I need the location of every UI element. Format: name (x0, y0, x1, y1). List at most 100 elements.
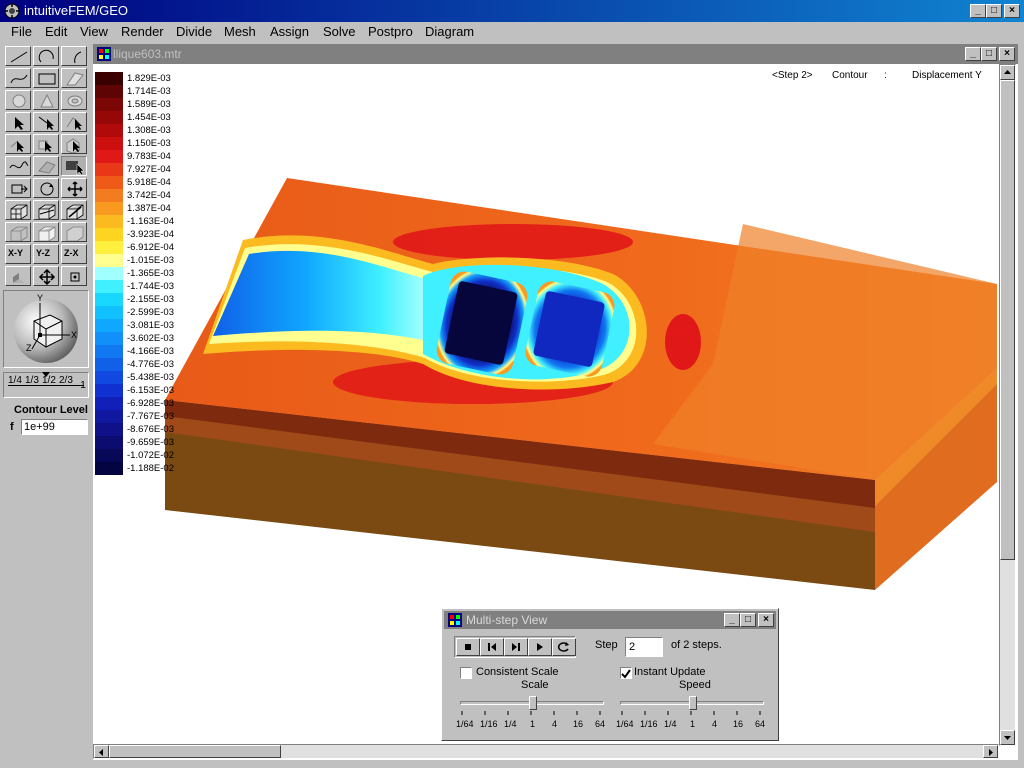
select-tool-button[interactable] (5, 112, 31, 132)
legend-swatch (95, 228, 123, 241)
legend-swatch (95, 189, 123, 202)
speed-tick-4: 4 (712, 719, 718, 729)
legend-label: -1.188E-02 (127, 463, 175, 474)
select-solid-button[interactable] (33, 134, 59, 154)
menu-mesh[interactable]: Mesh (224, 24, 256, 39)
legend-swatch (95, 150, 123, 163)
legend-label: -2.599E-03 (127, 307, 175, 318)
legend-swatch (95, 293, 123, 306)
maximize-icon: □ (990, 5, 998, 16)
level-half[interactable]: 1/2 (42, 376, 56, 386)
legend-swatch (95, 358, 123, 371)
orientation-sphere-icon: Y X Z (14, 293, 78, 363)
horizontal-scrollbar[interactable] (93, 744, 999, 759)
menu-solve[interactable]: Solve (323, 24, 356, 39)
center-view-button[interactable] (61, 266, 87, 286)
slice-mesh-button[interactable] (33, 200, 59, 220)
legend-label: -1.744E-03 (127, 281, 175, 292)
cone-tool-button[interactable] (33, 90, 59, 110)
contour-level-slider[interactable]: 1/4 1/3 1/2 2/3 1 (3, 372, 89, 398)
instant-update-checkbox[interactable] (620, 667, 632, 679)
step-back-button[interactable] (480, 638, 504, 656)
consistent-scale-label: Consistent Scale (476, 666, 559, 678)
step-forward-button[interactable] (504, 638, 528, 656)
arc3-tool-button[interactable] (61, 46, 87, 66)
select-volume-button[interactable] (61, 134, 87, 154)
cut-mesh-button[interactable] (61, 200, 87, 220)
stop-button[interactable] (456, 638, 480, 656)
menu-view[interactable]: View (80, 24, 108, 39)
horizontal-scroll-thumb[interactable] (109, 745, 281, 758)
scroll-up-button[interactable] (1000, 65, 1015, 80)
fit-view-button[interactable] (33, 266, 59, 286)
surface-icon (66, 72, 84, 86)
curve-tool-button[interactable] (5, 156, 31, 176)
dialog-close-button[interactable]: × (758, 613, 774, 627)
play-button[interactable] (528, 638, 552, 656)
level-quarter[interactable]: 1/4 (8, 376, 22, 386)
move-tool-button[interactable] (5, 178, 31, 198)
speed-slider-thumb[interactable] (689, 696, 697, 710)
vertical-scrollbar[interactable] (999, 64, 1016, 746)
dialog-minimize-button[interactable]: _ (724, 613, 740, 627)
legend-label: -3.923E-04 (127, 229, 175, 240)
pan-tool-button[interactable] (61, 178, 87, 198)
consistent-scale-checkbox[interactable] (460, 667, 472, 679)
box-mesh-button[interactable] (5, 200, 31, 220)
legend-swatch (95, 280, 123, 293)
surface-tool-button[interactable] (61, 68, 87, 88)
minimize-button[interactable]: _ (970, 4, 986, 18)
rotate-tool-button[interactable] (33, 178, 59, 198)
menu-file[interactable]: File (11, 24, 32, 39)
view-xy-button[interactable]: X-Y (5, 244, 31, 264)
doc-minimize-button[interactable]: _ (965, 47, 981, 61)
iso-view-button[interactable] (5, 266, 31, 286)
menu-divide[interactable]: Divide (176, 24, 212, 39)
arc-tool-button[interactable] (33, 46, 59, 66)
doc-close-button[interactable]: × (999, 47, 1015, 61)
view-zx-label: Z-X (64, 248, 79, 258)
sphere-tool-button[interactable] (5, 90, 31, 110)
torus-tool-button[interactable] (61, 90, 87, 110)
level-one[interactable]: 1 (78, 381, 88, 391)
vertical-scroll-thumb[interactable] (1000, 80, 1015, 560)
select-node-button[interactable] (5, 134, 31, 154)
scroll-left-button[interactable] (94, 745, 109, 758)
line-tool-button[interactable] (5, 46, 31, 66)
level-two-thirds[interactable]: 2/3 (59, 376, 73, 386)
view-zx-button[interactable]: Z-X (61, 244, 87, 264)
scale-tick-16: 16 (573, 719, 584, 729)
doc-maximize-button[interactable]: □ (981, 47, 997, 61)
scale-slider-thumb[interactable] (529, 696, 537, 710)
view-xy-label: X-Y (8, 248, 24, 258)
view-yz-button[interactable]: Y-Z (33, 244, 59, 264)
step-label: Step (595, 639, 618, 651)
close-button[interactable]: × (1004, 4, 1020, 18)
sweep-tool-button[interactable] (33, 156, 59, 176)
step-input[interactable]: 2 (625, 637, 663, 657)
contour-level-input[interactable]: 1e+99 (21, 419, 88, 435)
menu-postpro[interactable]: Postpro (368, 24, 413, 39)
wireframe-button[interactable] (5, 222, 31, 242)
view-orientation-widget[interactable]: Y X Z (3, 290, 89, 368)
shaded-button[interactable] (61, 222, 87, 242)
sweep-icon (38, 161, 56, 174)
maximize-button[interactable]: □ (986, 4, 1002, 18)
menu-diagram[interactable]: Diagram (425, 24, 474, 39)
spline-tool-button[interactable] (5, 68, 31, 88)
scroll-down-button[interactable] (1000, 730, 1015, 745)
select-edge-button[interactable] (33, 112, 59, 132)
menu-render[interactable]: Render (121, 24, 164, 39)
scale-tick-64: 64 (595, 719, 606, 729)
loop-button[interactable] (552, 638, 576, 656)
menu-assign[interactable]: Assign (270, 24, 309, 39)
contour-view-button[interactable] (61, 156, 87, 176)
level-third[interactable]: 1/3 (25, 376, 39, 386)
legend-row: 1.387E-04 (95, 202, 205, 215)
rectangle-tool-button[interactable] (33, 68, 59, 88)
select-face-button[interactable] (61, 112, 87, 132)
dialog-maximize-button[interactable]: □ (740, 613, 756, 627)
hidden-line-button[interactable] (33, 222, 59, 242)
menu-edit[interactable]: Edit (45, 24, 67, 39)
scroll-right-button[interactable] (983, 745, 998, 758)
